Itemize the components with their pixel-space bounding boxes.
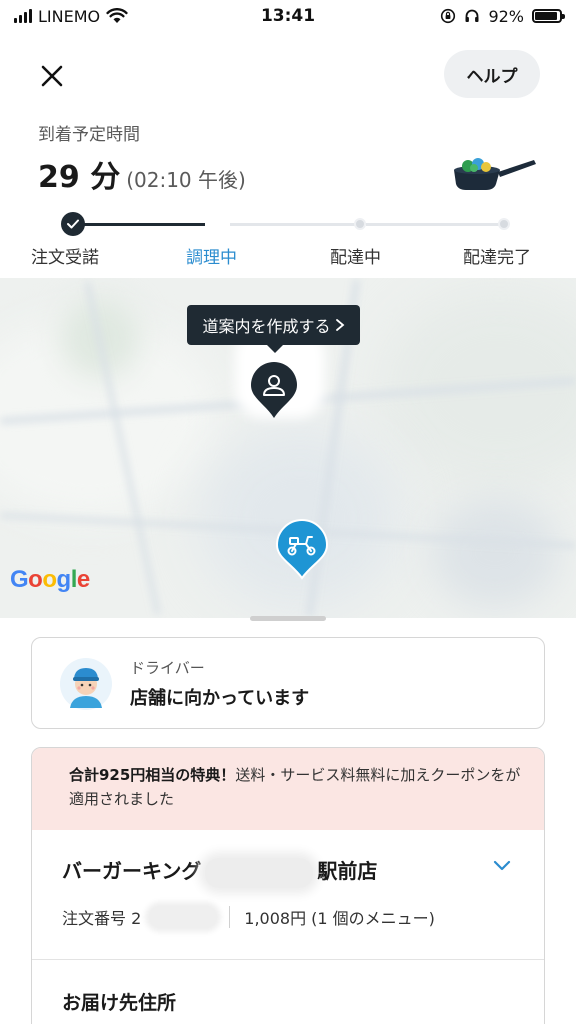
redacted-area: [149, 906, 218, 928]
progress-line-pending: [366, 223, 502, 226]
redacted-area: [205, 857, 314, 888]
chevron-right-icon: [335, 319, 344, 331]
close-icon: [41, 65, 63, 87]
eta: 29 分 (02:10 午後): [38, 152, 246, 196]
step-label-delivered: 配達完了: [463, 248, 531, 268]
orientation-lock-icon: [441, 8, 456, 24]
headphones-icon: [465, 9, 479, 22]
eta-minutes: 29 分: [38, 160, 121, 195]
help-button[interactable]: ヘルプ: [444, 50, 540, 98]
step-label-cooking: 調理中: [186, 248, 237, 268]
driver-avatar-icon: [60, 658, 112, 710]
delivery-location-pin[interactable]: [249, 360, 299, 422]
directions-tooltip[interactable]: 道案内を作成する: [187, 305, 360, 353]
section-divider: [32, 959, 544, 960]
step-pending-dot: [498, 218, 510, 230]
step-done-check-icon: [61, 212, 85, 236]
close-button[interactable]: [30, 54, 74, 98]
promo-text: 合計925円相当の特典！送料・サービス料無料に加えクーポンをが適用されました: [69, 763, 529, 811]
courier-pin[interactable]: [275, 518, 329, 580]
meta-divider: [229, 906, 231, 928]
delivery-address-title: お届け先住所: [62, 992, 177, 1014]
battery-icon: [532, 9, 565, 23]
status-bar-right: 92%: [440, 6, 565, 26]
progress-line-done: [73, 223, 205, 226]
battery-fill: [535, 12, 558, 20]
order-total: 1,008円 (1 個のメニュー): [244, 909, 435, 928]
step-label-accepted: 注文受諾: [31, 248, 99, 268]
promo-bold: 合計925円相当の特典！: [69, 766, 236, 784]
order-card: 合計925円相当の特典！送料・サービス料無料に加えクーポンをが適用されました バ…: [31, 747, 545, 1024]
directions-tooltip-text: 道案内を作成する: [202, 317, 331, 336]
driver-card[interactable]: ドライバー 店舗に向かっています: [31, 637, 545, 729]
driver-status: 店舗に向かっています: [130, 688, 310, 709]
battery-percent: 92%: [488, 6, 524, 26]
google-logo: Google: [10, 566, 90, 593]
status-bar: LINEMO 13:41 92%: [0, 0, 576, 36]
store-name: バーガーキング 駅前店: [62, 855, 377, 888]
bottom-sheet-handle[interactable]: [250, 616, 326, 621]
chevron-down-icon[interactable]: [490, 854, 514, 878]
driver-role: ドライバー: [130, 659, 205, 677]
frying-pan-icon: [454, 158, 536, 190]
progress-line-pending: [230, 223, 358, 226]
order-progress: 注文受諾 調理中 配達中 配達完了: [0, 205, 576, 275]
promo-banner: 合計925円相当の特典！送料・サービス料無料に加えクーポンをが適用されました: [32, 748, 544, 830]
eta-label: 到着予定時間: [38, 125, 140, 145]
order-meta: 注文番号 2 1,008円 (1 個のメニュー): [62, 905, 435, 929]
order-number: 注文番号 2: [62, 909, 142, 928]
eta-clock-time: (02:10 午後): [126, 168, 246, 192]
step-label-delivering: 配達中: [330, 248, 381, 268]
step-pending-dot: [354, 218, 366, 230]
